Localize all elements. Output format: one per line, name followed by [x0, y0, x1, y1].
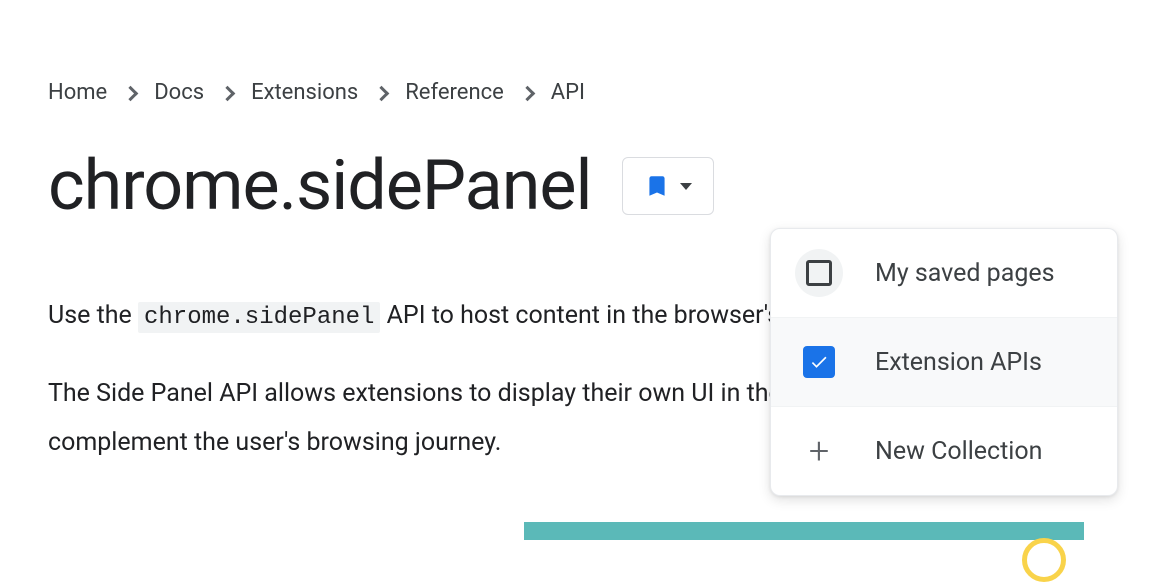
breadcrumb: Home Docs Extensions Reference API — [48, 80, 1170, 105]
bookmark-menu-extension-apis[interactable]: Extension APIs — [771, 317, 1117, 406]
caret-down-icon — [680, 183, 692, 190]
bookmark-button[interactable] — [622, 157, 714, 215]
bookmark-icon — [644, 173, 670, 199]
breadcrumb-home[interactable]: Home — [48, 80, 107, 105]
chevron-right-icon — [374, 86, 390, 102]
intro-p1-code: chrome.sidePanel — [138, 302, 380, 333]
bookmark-menu-label: New Collection — [875, 437, 1042, 466]
checkbox-checked-icon — [795, 338, 843, 386]
chevron-right-icon — [520, 86, 536, 102]
plus-icon: + — [795, 427, 843, 475]
bookmark-menu-new-collection[interactable]: + New Collection — [771, 406, 1117, 495]
bookmark-menu-label: My saved pages — [875, 259, 1055, 288]
bookmark-dropdown: My saved pages Extension APIs + New Coll… — [770, 228, 1118, 496]
breadcrumb-extensions[interactable]: Extensions — [251, 80, 358, 105]
intro-p1-prefix: Use the — [48, 301, 138, 330]
chevron-right-icon — [220, 86, 236, 102]
chevron-right-icon — [123, 86, 139, 102]
breadcrumb-api[interactable]: API — [551, 80, 585, 105]
checkbox-unchecked-icon — [795, 249, 843, 297]
breadcrumb-docs[interactable]: Docs — [154, 80, 204, 105]
bookmark-menu-label: Extension APIs — [875, 348, 1042, 377]
bookmark-menu-my-saved-pages[interactable]: My saved pages — [771, 229, 1117, 317]
decorative-teal-bar — [524, 522, 1084, 540]
breadcrumb-reference[interactable]: Reference — [405, 80, 504, 105]
decorative-yellow-circle — [1022, 538, 1066, 582]
page-title: chrome.sidePanel — [48, 145, 592, 227]
